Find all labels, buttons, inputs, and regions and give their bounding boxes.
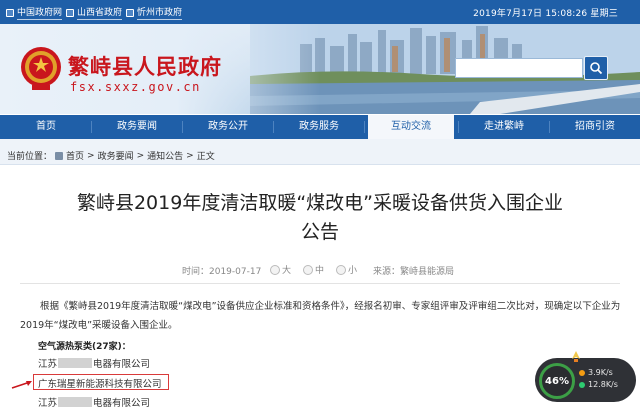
nav-item-interaction[interactable]: 互动交流: [368, 115, 454, 141]
national-emblem-icon: [21, 47, 61, 90]
redacted-text: [58, 397, 93, 407]
font-size-medium[interactable]: 中: [303, 263, 324, 276]
upload-icon: [579, 369, 585, 376]
list-item: 江苏 电器有限公司: [38, 397, 151, 409]
download-speed: 12.8K/s: [579, 380, 618, 389]
search-input[interactable]: [455, 58, 583, 78]
home-icon: [55, 151, 64, 160]
main-nav: 首页 政务要闻 政务公开 政务服务 互动交流 走进繁峙 招商引资: [0, 115, 640, 141]
nav-item-public[interactable]: 政务公开: [186, 115, 270, 139]
breadcrumb-current: 正文: [196, 152, 215, 162]
font-size-large[interactable]: 大: [270, 263, 291, 276]
breadcrumb: 当前位置： 首页 > 政务要闻 > 通知公告 > 正文: [0, 139, 640, 165]
section-heading: 空气源热泵类(27家)：: [38, 342, 131, 352]
list-item: 江苏 电器有限公司: [38, 358, 151, 370]
upload-speed: 3.9K/s: [579, 368, 613, 377]
breadcrumb-notices[interactable]: 通知公告: [147, 149, 183, 162]
article-title: 繁峙县2019年度清洁取暖“煤改电”采暖设备供货入围企业公告: [76, 192, 564, 243]
breadcrumb-home[interactable]: 首页: [66, 149, 84, 162]
top-bar: 中国政府网 山西省政府 忻州市政府 2019年7月17日 15:08:26 星期…: [0, 0, 640, 24]
article-paragraph: 根据《繁峙县2019年度清洁取暖“煤改电”设备供应企业标准和资格条件》，经报名初…: [20, 301, 621, 331]
highlight-box: [33, 374, 169, 390]
breadcrumb-news[interactable]: 政务要闻: [98, 149, 134, 162]
nav-item-home[interactable]: 首页: [4, 115, 88, 139]
magnifier-icon: [270, 264, 280, 275]
site-banner: 繁峙县人民政府 fsx.sxxz.gov.cn: [0, 24, 640, 114]
nav-item-news[interactable]: 政务要闻: [95, 115, 179, 139]
font-size-small[interactable]: 小: [336, 263, 357, 276]
breadcrumb-prefix: 当前位置：: [7, 152, 53, 162]
article-source: 来源：繁峙县能源局: [373, 267, 455, 277]
magnifier-icon: [303, 264, 313, 275]
link-icon: [126, 8, 134, 17]
site-domain: fsx.sxxz.gov.cn: [70, 80, 201, 94]
link-xinzhou-gov[interactable]: 忻州市政府: [126, 5, 183, 20]
nav-item-investment[interactable]: 招商引资: [553, 115, 637, 139]
cpu-usage-gauge: 46%: [539, 363, 575, 399]
search-icon: [590, 62, 603, 75]
link-icon: [6, 8, 14, 17]
divider: [20, 283, 620, 284]
redacted-text: [58, 358, 93, 368]
datetime-display: 2019年7月17日 15:08:26 星期三: [473, 9, 618, 19]
network-speed-widget[interactable]: 46% 3.9K/s 12.8K/s: [535, 358, 636, 402]
arrow-annotation-icon: [11, 381, 32, 389]
download-icon: [579, 381, 585, 388]
link-gov-china[interactable]: 中国政府网: [6, 5, 63, 20]
link-shanxi-gov[interactable]: 山西省政府: [66, 5, 123, 20]
rocket-icon: [572, 351, 580, 362]
nav-item-about[interactable]: 走进繁峙: [462, 115, 546, 139]
magnifier-icon: [336, 264, 346, 275]
nav-item-services[interactable]: 政务服务: [277, 115, 361, 139]
search-button[interactable]: [584, 56, 608, 80]
link-icon: [66, 8, 74, 17]
publish-time: 时间：2019-07-17: [182, 267, 262, 277]
site-title: 繁峙县人民政府: [68, 54, 222, 79]
